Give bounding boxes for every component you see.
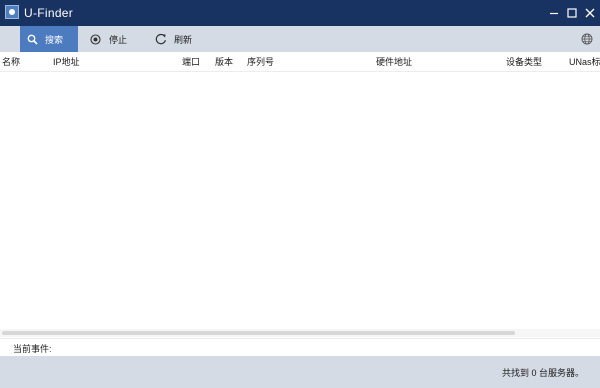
refresh-icon (155, 33, 166, 45)
maximize-button[interactable] (563, 0, 581, 26)
status-bar: 共找到 0 台服务器。 (0, 356, 600, 388)
column-header-name[interactable]: 名称 (2, 57, 20, 67)
globe-icon (581, 33, 593, 45)
close-button[interactable] (581, 0, 599, 26)
column-header-port[interactable]: 端口 (182, 57, 200, 67)
maximize-icon (567, 8, 577, 18)
close-icon (585, 8, 595, 18)
column-header-mac[interactable]: 硬件地址 (376, 57, 412, 67)
search-icon (27, 34, 38, 45)
current-event-label: 当前事件: (13, 344, 52, 354)
table-header: 名称 IP地址 端口 版本 序列号 硬件地址 设备类型 UNas标示 (0, 52, 600, 72)
search-button[interactable]: 搜索 (20, 26, 78, 52)
minimize-button[interactable] (545, 0, 563, 26)
column-header-device-type[interactable]: 设备类型 (506, 57, 542, 67)
column-header-unas-id[interactable]: UNas标示 (569, 57, 600, 67)
app-logo-icon (5, 5, 19, 19)
search-button-label: 搜索 (45, 34, 64, 45)
column-header-version[interactable]: 版本 (215, 57, 233, 67)
horizontal-scrollbar[interactable] (0, 329, 600, 337)
stop-button-label: 停止 (109, 34, 128, 45)
title-bar: U-Finder (0, 0, 600, 26)
refresh-button-label: 刷新 (174, 34, 193, 45)
scrollbar-thumb[interactable] (2, 331, 515, 335)
stop-icon (90, 33, 101, 45)
server-count-status: 共找到 0 台服务器。 (501, 368, 584, 378)
server-list[interactable] (0, 72, 600, 329)
current-event-row: 当前事件: (0, 338, 600, 356)
language-button[interactable] (581, 26, 595, 52)
window-title: U-Finder (24, 6, 74, 20)
stop-button[interactable]: 停止 (90, 26, 142, 52)
minimize-icon (550, 12, 558, 15)
column-header-ip[interactable]: IP地址 (53, 57, 80, 67)
refresh-button[interactable]: 刷新 (155, 26, 207, 52)
toolbar: 搜索 停止 刷新 (0, 26, 600, 52)
column-header-serial[interactable]: 序列号 (247, 57, 274, 67)
